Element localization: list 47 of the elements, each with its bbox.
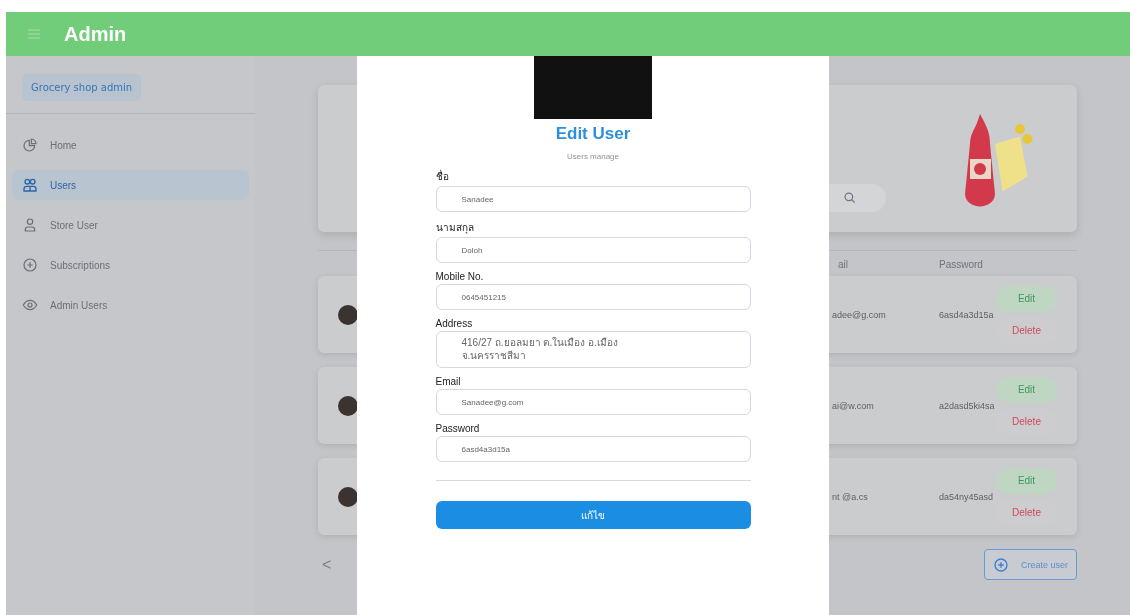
table-cell: a2dasd5ki4sa: [939, 400, 996, 411]
table-cell-text: 6asd4a3d15a: [939, 309, 995, 320]
pie-chart-icon: [22, 137, 38, 153]
menu-icon[interactable]: [26, 26, 42, 42]
app-title: Admin: [64, 22, 127, 46]
dialog-subtitle: Users manage: [567, 152, 619, 161]
input-field[interactable]: Doloh: [435, 237, 751, 263]
sidebar-item[interactable]: Users: [12, 170, 249, 200]
user-icon: [22, 217, 38, 233]
input-field[interactable]: Sanadee: [435, 186, 751, 212]
column-header: ail: [838, 259, 849, 270]
search-icon[interactable]: [843, 191, 857, 205]
field-label: Address: [435, 318, 474, 329]
table-cell-text: da54ny45asd: [939, 491, 995, 502]
plus-circle-icon: [992, 556, 1009, 573]
column-header: Password: [939, 259, 984, 270]
field-label: Mobile No.: [435, 271, 485, 282]
edit-button[interactable]: Edit: [996, 376, 1057, 403]
sidebar-item[interactable]: Store User: [12, 210, 249, 240]
users-icon: [22, 177, 38, 193]
field-label: Email: [435, 376, 462, 387]
brand-chip: Grocery shop admin: [22, 74, 142, 101]
field-label: นามสกุล: [435, 221, 475, 235]
edit-button[interactable]: Edit: [996, 467, 1057, 494]
avatar: [338, 304, 358, 325]
table-cell-text: ai@w.com: [832, 400, 875, 411]
plus-circle-icon: [22, 257, 38, 273]
avatar: [338, 486, 358, 507]
field-label: Password: [435, 423, 481, 434]
avatar: [338, 395, 358, 416]
create-user-button[interactable]: Create user: [983, 549, 1077, 580]
table-cell-text: nt @a.cs: [832, 491, 869, 502]
input-field[interactable]: 6asd4a3d15a: [435, 436, 751, 462]
field-label: ชื่อ: [435, 169, 450, 184]
eye-icon: [22, 297, 38, 313]
input-field[interactable]: 416/27 ถ.ยอลมยา ต.ในเมือง อ.เมือง จ.นครราชสีมา: [435, 331, 751, 368]
sidebar-item[interactable]: Admin Users: [12, 290, 249, 320]
previous-page-button[interactable]: <: [318, 555, 332, 574]
dialog-title: Edit User: [555, 124, 631, 144]
input-field[interactable]: Sanadee@g.com: [435, 389, 751, 415]
edit-button[interactable]: Edit: [996, 285, 1057, 312]
save-button[interactable]: แก้ไข: [435, 501, 751, 529]
sidebar-item[interactable]: Home: [12, 130, 249, 160]
input-field[interactable]: 0645451215: [435, 284, 751, 310]
sidebar-item[interactable]: Subscriptions: [12, 250, 249, 280]
search-field[interactable]: [829, 184, 886, 212]
table-cell-text: adee@g.com: [832, 309, 887, 320]
